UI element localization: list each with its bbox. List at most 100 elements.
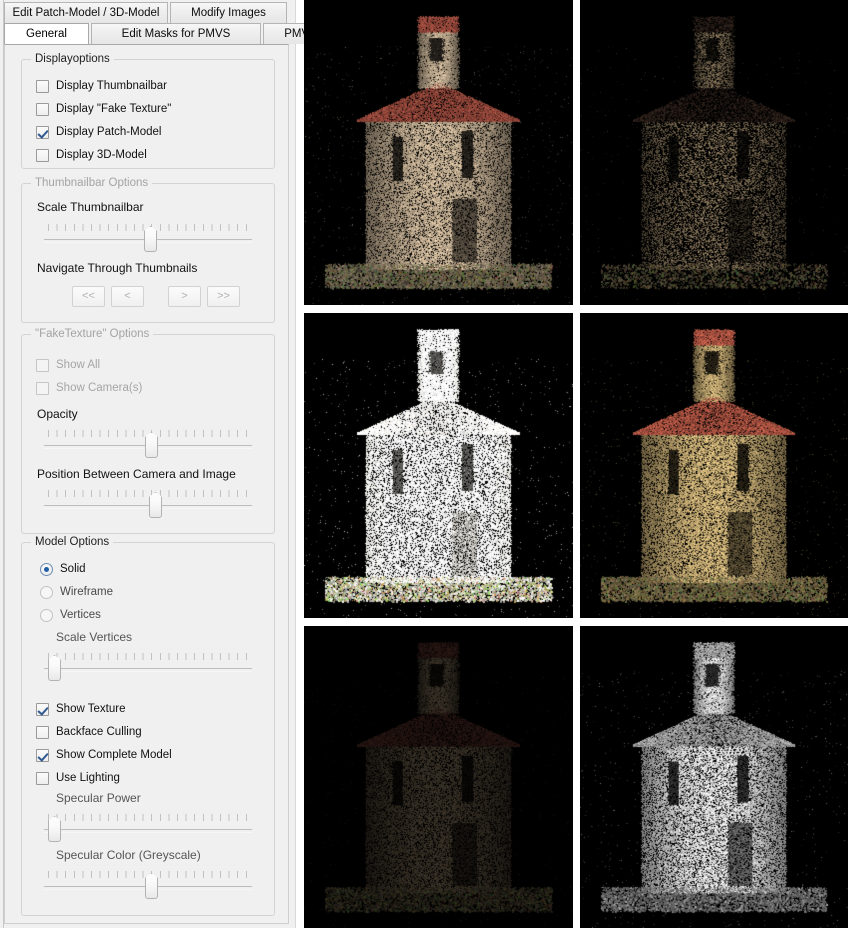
- nav-previous-button[interactable]: <: [111, 286, 144, 307]
- nav-first-label: <<: [82, 290, 95, 302]
- checkbox-show-texture[interactable]: Show Texture: [36, 701, 125, 717]
- point-cloud-canvas: [304, 313, 573, 618]
- viewport-patch-model-sparse-dark[interactable]: [579, 0, 848, 305]
- checkbox-display-3d-model[interactable]: Display 3D-Model: [36, 147, 147, 163]
- slider-handle[interactable]: [149, 497, 162, 518]
- checkbox-box: [36, 725, 49, 739]
- scale-vertices-slider[interactable]: [44, 653, 252, 683]
- checkbox-display-fake-texture[interactable]: Display "Fake Texture": [36, 101, 171, 117]
- radio-vertices[interactable]: Vertices: [40, 607, 101, 623]
- general-tab-panel: Displayoptions Display Thumbnailbar Disp…: [4, 44, 289, 924]
- checkbox-show-complete-model[interactable]: Show Complete Model: [36, 747, 172, 763]
- control-panel: Edit Patch-Model / 3D-Model Modify Image…: [0, 0, 338, 928]
- radio-wireframe[interactable]: Wireframe: [40, 584, 113, 600]
- checkbox-backface-culling[interactable]: Backface Culling: [36, 724, 142, 740]
- tab-strip: Edit Patch-Model / 3D-Model Modify Image…: [4, 0, 338, 46]
- viewport-patch-model-textured-angled[interactable]: [579, 313, 848, 618]
- slider-handle[interactable]: [48, 660, 61, 681]
- checkbox-label: Show All: [56, 359, 101, 371]
- checkbox-box: [36, 381, 49, 395]
- radio-button: [40, 608, 53, 622]
- nav-last-button[interactable]: >>: [207, 286, 240, 307]
- scale-thumbnailbar-label: Scale Thumbnailbar: [37, 200, 144, 214]
- slider-ticks: [48, 814, 248, 821]
- slider-track: [44, 668, 252, 672]
- point-cloud-canvas: [304, 0, 573, 305]
- radio-solid[interactable]: Solid: [40, 561, 86, 577]
- navigate-through-thumbnails-label: Navigate Through Thumbnails: [37, 261, 198, 275]
- thumbnail-navigation-buttons: << < > >>: [72, 286, 246, 307]
- opacity-slider[interactable]: [44, 430, 252, 460]
- checkbox-label: Show Texture: [56, 703, 126, 715]
- position-slider[interactable]: [44, 490, 252, 520]
- radio-button: [40, 562, 53, 576]
- checkbox-box: [36, 771, 49, 785]
- tab-label: Edit Patch-Model / 3D-Model: [12, 7, 160, 19]
- thumbnailbar-options-group: Thumbnailbar Options Scale Thumbnailbar …: [21, 177, 275, 323]
- tab-label: Modify Images: [191, 7, 266, 19]
- slider-ticks: [48, 490, 248, 497]
- slider-handle[interactable]: [144, 231, 157, 252]
- model-options-group-title: Model Options: [31, 536, 114, 548]
- tab-edit-masks-for-pmvs[interactable]: Edit Masks for PMVS: [91, 23, 261, 44]
- fake-texture-options-group-title: "FakeTexture" Options: [31, 328, 154, 340]
- checkbox-box: [36, 79, 49, 93]
- viewport-patch-model-textured-front[interactable]: [304, 0, 573, 305]
- checkbox-box: [36, 102, 49, 116]
- checkbox-show-cameras[interactable]: Show Camera(s): [36, 380, 142, 396]
- fake-texture-options-group: "FakeTexture" Options Show All Show Came…: [21, 328, 275, 534]
- radio-label: Wireframe: [60, 586, 114, 598]
- nav-next-label: >: [181, 290, 188, 302]
- slider-handle[interactable]: [145, 878, 158, 899]
- checkbox-label: Display "Fake Texture": [56, 103, 172, 115]
- checkbox-display-patch-model[interactable]: Display Patch-Model: [36, 124, 161, 140]
- tab-label: General: [26, 28, 67, 40]
- checkbox-label: Show Complete Model: [56, 749, 172, 761]
- checkbox-use-lighting[interactable]: Use Lighting: [36, 770, 120, 786]
- slider-handle[interactable]: [48, 821, 61, 842]
- radio-button: [40, 585, 53, 599]
- radio-label: Solid: [60, 563, 86, 575]
- nav-last-label: >>: [217, 290, 230, 302]
- checkbox-show-all[interactable]: Show All: [36, 357, 100, 373]
- checkbox-box: [36, 748, 49, 762]
- checkbox-label: Display 3D-Model: [56, 149, 147, 161]
- tab-modify-images[interactable]: Modify Images: [170, 2, 287, 23]
- application-window: Edit Patch-Model / 3D-Model Modify Image…: [0, 0, 848, 928]
- checkbox-box: [36, 358, 49, 372]
- slider-handle[interactable]: [145, 437, 158, 458]
- displayoptions-group-title: Displayoptions: [31, 53, 114, 65]
- model-viewport-grid: [296, 0, 848, 928]
- point-cloud-canvas: [579, 0, 848, 305]
- nav-next-button[interactable]: >: [168, 286, 201, 307]
- tab-row-primary: Edit Patch-Model / 3D-Model Modify Image…: [4, 2, 289, 24]
- checkbox-box: [36, 148, 49, 162]
- point-cloud-canvas: [579, 313, 848, 618]
- viewport-patch-model-dim[interactable]: [304, 626, 573, 928]
- checkbox-label: Backface Culling: [56, 726, 142, 738]
- viewport-patch-model-greyscale[interactable]: [579, 626, 848, 928]
- slider-track: [44, 505, 252, 509]
- opacity-label: Opacity: [37, 407, 78, 421]
- checkbox-box: [36, 702, 49, 716]
- specular-color-slider[interactable]: [44, 871, 252, 901]
- point-cloud-canvas: [579, 626, 848, 928]
- tab-edit-patch-model-3d-model[interactable]: Edit Patch-Model / 3D-Model: [4, 2, 168, 23]
- nav-previous-label: <: [124, 290, 131, 302]
- nav-first-button[interactable]: <<: [72, 286, 105, 307]
- displayoptions-group: Displayoptions Display Thumbnailbar Disp…: [21, 53, 275, 169]
- checkbox-label: Use Lighting: [56, 772, 120, 784]
- scale-vertices-label: Scale Vertices: [56, 630, 133, 644]
- point-cloud-canvas: [304, 626, 573, 928]
- scale-thumbnailbar-slider[interactable]: [44, 224, 252, 254]
- checkbox-box: [36, 125, 49, 139]
- tab-general[interactable]: General: [4, 23, 89, 44]
- checkbox-display-thumbnailbar[interactable]: Display Thumbnailbar: [36, 78, 167, 94]
- viewport-patch-model-overexposed[interactable]: [304, 313, 573, 618]
- radio-label: Vertices: [60, 609, 101, 621]
- checkbox-label: Show Camera(s): [56, 382, 143, 394]
- slider-track: [44, 829, 252, 833]
- specular-color-label: Specular Color (Greyscale): [56, 848, 201, 862]
- specular-power-slider[interactable]: [44, 814, 252, 844]
- tab-row-secondary: General Edit Masks for PMVS PMVS: [4, 23, 338, 45]
